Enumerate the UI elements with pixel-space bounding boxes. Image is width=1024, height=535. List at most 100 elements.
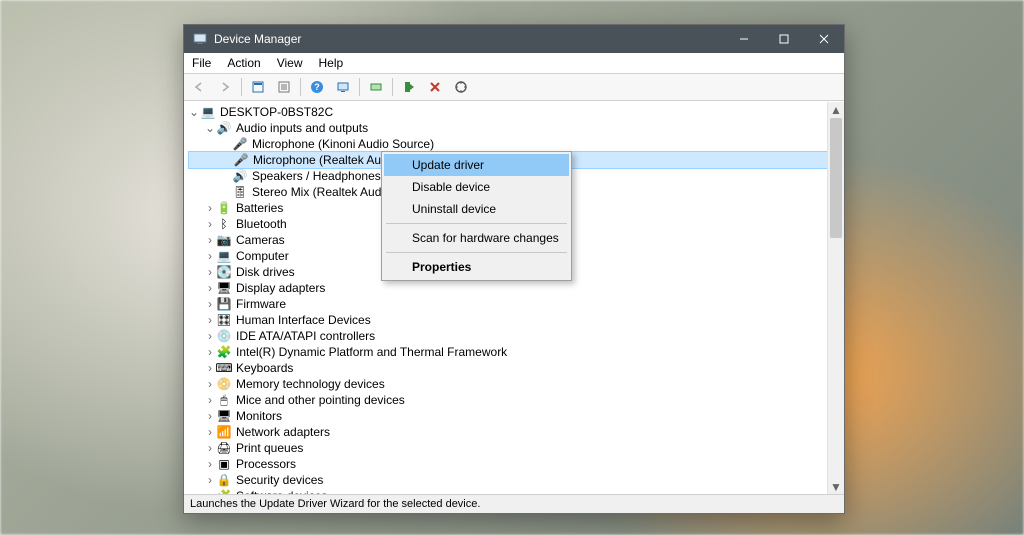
chevron-right-icon[interactable]: › <box>204 232 216 248</box>
tree-category[interactable]: ›💿IDE ATA/ATAPI controllers <box>188 328 828 344</box>
device-manager-window: Device Manager File Action View Help ? ⌄… <box>183 24 845 514</box>
node-label: Microphone (Realtek Audio) <box>253 152 401 168</box>
tool-back[interactable] <box>187 75 211 99</box>
node-label: Print queues <box>236 440 303 456</box>
mic-icon: 🎤 <box>233 152 249 168</box>
tree-category-audio[interactable]: ⌄🔊Audio inputs and outputs <box>188 120 828 136</box>
maximize-button[interactable] <box>764 25 804 53</box>
tree-category[interactable]: ›🖨Print queues <box>188 440 828 456</box>
tree-category[interactable]: ›⌨Keyboards <box>188 360 828 376</box>
node-label: Microphone (Kinoni Audio Source) <box>252 136 434 152</box>
tool-scan[interactable] <box>331 75 355 99</box>
tool-uninstall[interactable] <box>423 75 447 99</box>
battery-icon: 🔋 <box>216 200 232 216</box>
scroll-down-icon[interactable]: ▼ <box>828 479 844 495</box>
scroll-up-icon[interactable]: ▲ <box>828 102 844 118</box>
chevron-right-icon[interactable]: › <box>204 424 216 440</box>
node-label: IDE ATA/ATAPI controllers <box>236 328 375 344</box>
tree-device[interactable]: 🎤Microphone (Kinoni Audio Source) <box>188 136 828 152</box>
chevron-right-icon[interactable]: › <box>204 328 216 344</box>
node-label: Mice and other pointing devices <box>236 392 405 408</box>
security-icon: 🔒 <box>216 472 232 488</box>
close-button[interactable] <box>804 25 844 53</box>
chevron-right-icon[interactable]: › <box>204 376 216 392</box>
ctx-disable-device[interactable]: Disable device <box>384 176 569 198</box>
tool-enable[interactable] <box>397 75 421 99</box>
chevron-right-icon[interactable]: › <box>204 248 216 264</box>
ctx-properties[interactable]: Properties <box>384 256 569 278</box>
menu-help[interactable]: Help <box>311 54 352 72</box>
node-label: Human Interface Devices <box>236 312 371 328</box>
node-label: Keyboards <box>236 360 293 376</box>
ctx-scan-hardware[interactable]: Scan for hardware changes <box>384 227 569 249</box>
disk-icon: 💽 <box>216 264 232 280</box>
tree-category[interactable]: ›🧩Intel(R) Dynamic Platform and Thermal … <box>188 344 828 360</box>
node-label: Processors <box>236 456 296 472</box>
tree-category[interactable]: ›📶Network adapters <box>188 424 828 440</box>
tree-category[interactable]: ›▣Processors <box>188 456 828 472</box>
context-menu: Update driver Disable device Uninstall d… <box>381 151 572 281</box>
node-label: DESKTOP-0BST82C <box>220 104 333 120</box>
menu-view[interactable]: View <box>269 54 311 72</box>
chevron-right-icon[interactable]: › <box>204 200 216 216</box>
svg-text:?: ? <box>314 82 320 92</box>
audio-icon: 🔊 <box>216 120 232 136</box>
toolbar: ? <box>184 74 844 101</box>
chevron-right-icon[interactable]: › <box>204 408 216 424</box>
node-label: Computer <box>236 248 289 264</box>
node-label: Audio inputs and outputs <box>236 120 368 136</box>
ctx-separator <box>386 223 567 224</box>
chevron-right-icon[interactable]: › <box>204 264 216 280</box>
node-label: Display adapters <box>236 280 325 296</box>
tree-category[interactable]: ›🖱Mice and other pointing devices <box>188 392 828 408</box>
computer-icon: 💻 <box>200 104 216 120</box>
speaker-icon: 🔊 <box>232 168 248 184</box>
tree-root[interactable]: ⌄💻DESKTOP-0BST82C <box>188 104 828 120</box>
memory-icon: 📀 <box>216 376 232 392</box>
chevron-down-icon[interactable]: ⌄ <box>188 104 200 120</box>
chevron-right-icon[interactable]: › <box>204 472 216 488</box>
scroll-thumb[interactable] <box>830 118 842 238</box>
node-label: Batteries <box>236 200 283 216</box>
menu-file[interactable]: File <box>184 54 219 72</box>
print-icon: 🖨 <box>216 440 232 456</box>
cpu-icon: ▣ <box>216 456 232 472</box>
chevron-right-icon[interactable]: › <box>204 360 216 376</box>
chevron-right-icon[interactable]: › <box>204 216 216 232</box>
tool-properties[interactable] <box>272 75 296 99</box>
minimize-button[interactable] <box>724 25 764 53</box>
ctx-update-driver[interactable]: Update driver <box>384 154 569 176</box>
node-label: Network adapters <box>236 424 330 440</box>
tree-category[interactable]: ›🖥Monitors <box>188 408 828 424</box>
tree-category[interactable]: ›🔒Security devices <box>188 472 828 488</box>
chevron-right-icon[interactable]: › <box>204 344 216 360</box>
tree-category[interactable]: ›📀Memory technology devices <box>188 376 828 392</box>
tool-help[interactable]: ? <box>305 75 329 99</box>
menu-action[interactable]: Action <box>219 54 268 72</box>
node-label: Monitors <box>236 408 282 424</box>
chevron-down-icon[interactable]: ⌄ <box>204 120 216 136</box>
node-label: Bluetooth <box>236 216 287 232</box>
tree-category[interactable]: ›🖥Display adapters <box>188 280 828 296</box>
chevron-right-icon[interactable]: › <box>204 440 216 456</box>
tool-scan-hardware[interactable] <box>449 75 473 99</box>
tool-update-driver[interactable] <box>364 75 388 99</box>
tool-forward[interactable] <box>213 75 237 99</box>
chevron-right-icon[interactable]: › <box>204 392 216 408</box>
titlebar[interactable]: Device Manager <box>184 25 844 53</box>
window-title: Device Manager <box>214 32 301 46</box>
mixer-icon: 🎚 <box>232 184 248 200</box>
node-label: Memory technology devices <box>236 376 385 392</box>
chevron-right-icon[interactable]: › <box>204 280 216 296</box>
tool-show-hidden[interactable] <box>246 75 270 99</box>
chevron-right-icon[interactable]: › <box>204 456 216 472</box>
tree-category[interactable]: ›🎛Human Interface Devices <box>188 312 828 328</box>
node-label: Cameras <box>236 232 285 248</box>
chevron-right-icon[interactable]: › <box>204 296 216 312</box>
tree-category[interactable]: ›💾Firmware <box>188 296 828 312</box>
ctx-uninstall-device[interactable]: Uninstall device <box>384 198 569 220</box>
display-icon: 🖥 <box>216 280 232 296</box>
node-label: Firmware <box>236 296 286 312</box>
chevron-right-icon[interactable]: › <box>204 312 216 328</box>
vertical-scrollbar[interactable]: ▲ ▼ <box>827 102 844 495</box>
